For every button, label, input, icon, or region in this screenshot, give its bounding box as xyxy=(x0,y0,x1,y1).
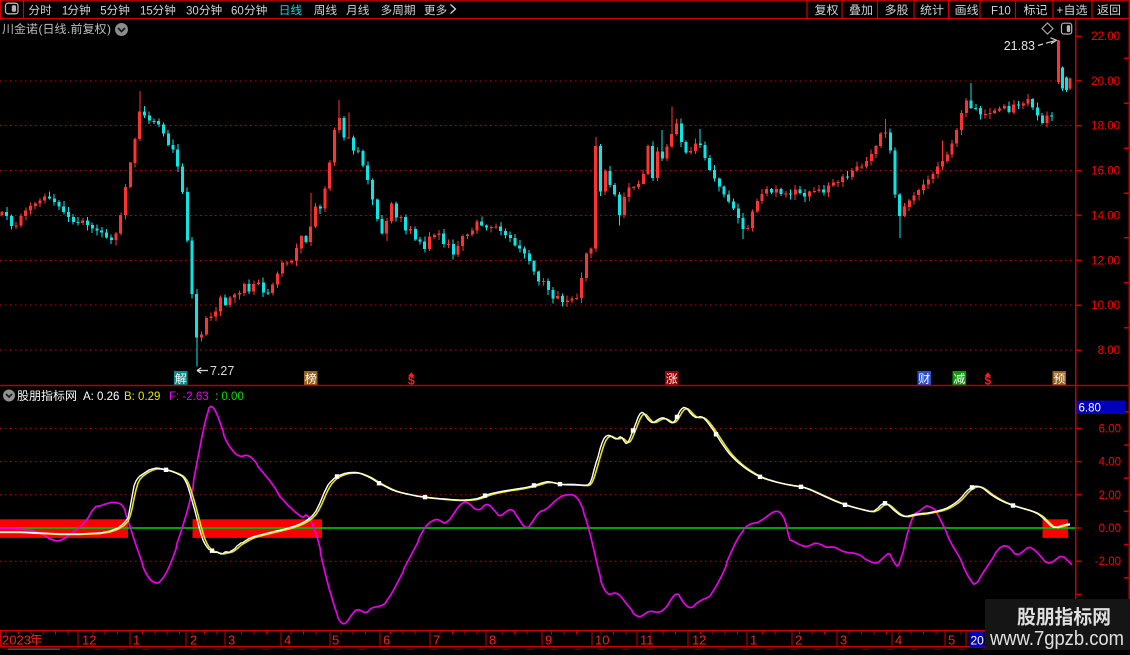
svg-text:9: 9 xyxy=(545,633,552,648)
svg-text:22.00: 22.00 xyxy=(1091,31,1120,43)
svg-text:: 0.00: : 0.00 xyxy=(215,391,244,403)
svg-text:2: 2 xyxy=(795,633,802,648)
svg-text:0.00: 0.00 xyxy=(1099,523,1121,535)
svg-text:-2.00: -2.00 xyxy=(1095,556,1121,568)
svg-text:8.00: 8.00 xyxy=(1098,345,1120,357)
svg-text:7: 7 xyxy=(433,633,440,648)
svg-text:): ) xyxy=(107,22,111,36)
svg-text:8: 8 xyxy=(489,633,496,648)
svg-text:21.83: 21.83 xyxy=(1004,39,1035,53)
svg-text:20: 20 xyxy=(971,634,985,648)
svg-text:60: 60 xyxy=(231,5,244,17)
svg-text:5: 5 xyxy=(332,633,339,648)
svg-text:www.7gpzb.com: www.7gpzb.com xyxy=(989,627,1124,650)
svg-text:30: 30 xyxy=(186,5,199,17)
svg-text:12.00: 12.00 xyxy=(1091,255,1120,267)
svg-text:F10: F10 xyxy=(991,5,1011,17)
svg-text:4: 4 xyxy=(284,633,291,648)
svg-text:6: 6 xyxy=(383,633,390,648)
svg-text:F: -2.63: F: -2.63 xyxy=(169,391,209,403)
svg-text:12: 12 xyxy=(692,633,706,648)
svg-text:11: 11 xyxy=(640,633,654,648)
svg-text:20.00: 20.00 xyxy=(1091,76,1120,88)
svg-text:1: 1 xyxy=(750,633,757,648)
svg-text:15: 15 xyxy=(140,5,153,17)
svg-text:5: 5 xyxy=(948,633,955,648)
svg-text:2023: 2023 xyxy=(2,633,31,648)
svg-text:2.00: 2.00 xyxy=(1099,490,1121,502)
svg-text:4: 4 xyxy=(895,633,902,648)
svg-text:1: 1 xyxy=(133,633,140,648)
svg-text:14.00: 14.00 xyxy=(1091,210,1120,222)
svg-text:2: 2 xyxy=(190,633,197,648)
svg-text:+: + xyxy=(1057,5,1064,17)
svg-text:.: . xyxy=(67,22,70,36)
svg-text:5: 5 xyxy=(100,5,106,17)
svg-text:16.00: 16.00 xyxy=(1091,166,1120,178)
svg-text:7.27: 7.27 xyxy=(210,364,234,378)
svg-text:6.80: 6.80 xyxy=(1079,403,1101,415)
svg-text:4.00: 4.00 xyxy=(1099,457,1121,469)
svg-text:B: 0.29: B: 0.29 xyxy=(124,391,160,403)
svg-text:A: 0.26: A: 0.26 xyxy=(83,391,119,403)
svg-text:12: 12 xyxy=(82,633,96,648)
svg-text:6.00: 6.00 xyxy=(1099,423,1121,435)
svg-text:3: 3 xyxy=(840,633,847,648)
svg-text:1: 1 xyxy=(62,5,68,17)
svg-text:18.00: 18.00 xyxy=(1091,121,1120,133)
svg-text:10.00: 10.00 xyxy=(1091,300,1120,312)
svg-text:10: 10 xyxy=(595,633,609,648)
svg-text:(: ( xyxy=(39,22,43,36)
svg-text:3: 3 xyxy=(228,633,235,648)
